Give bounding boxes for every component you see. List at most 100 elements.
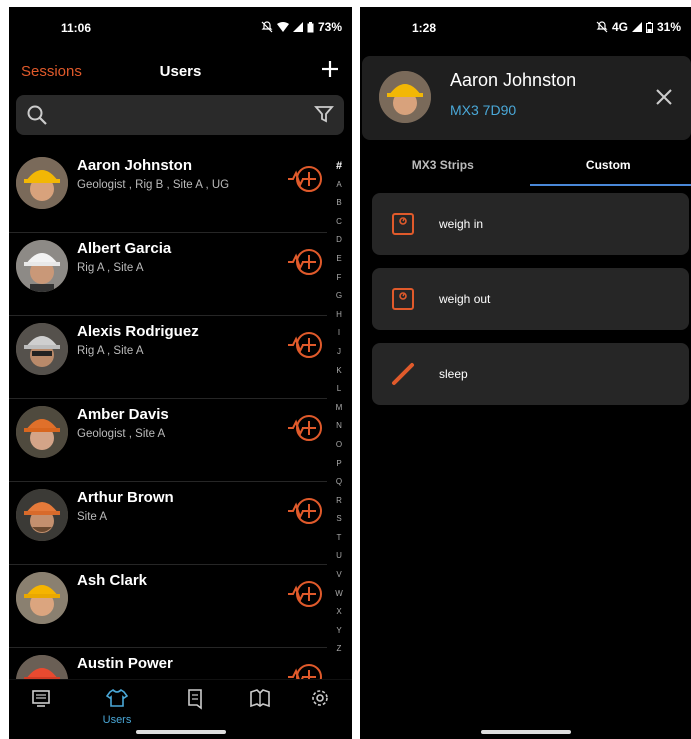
alpha-letter[interactable]: A <box>332 176 346 195</box>
task-item-weigh-out[interactable]: weigh out <box>372 268 689 330</box>
tab-bar: MX3 Strips Custom <box>360 152 691 186</box>
nav-users[interactable]: Users <box>97 688 137 726</box>
task-item-weigh-in[interactable]: weigh in <box>372 193 689 255</box>
user-info: Site A <box>77 511 108 523</box>
alpha-letter[interactable]: X <box>332 603 346 622</box>
close-icon[interactable] <box>655 88 673 106</box>
network-type: 4G <box>611 20 628 34</box>
alpha-letter[interactable]: D <box>332 231 346 250</box>
alpha-letter[interactable]: R <box>332 492 346 511</box>
battery-percent: 73% <box>317 20 342 34</box>
list-item[interactable]: Amber Davis Geologist , Site A <box>9 399 327 482</box>
user-info: Rig A , Site A <box>77 262 144 274</box>
user-list: Aaron Johnston Geologist , Rig B , Site … <box>9 150 327 731</box>
user-name: Albert Garcia <box>77 240 172 257</box>
user-name: Arthur Brown <box>77 489 174 506</box>
alpha-letter[interactable]: Z <box>332 640 346 659</box>
alpha-letter[interactable]: O <box>332 436 346 455</box>
user-name: Amber Davis <box>77 406 169 423</box>
alpha-letter[interactable]: P <box>332 455 346 474</box>
home-indicator <box>135 730 226 734</box>
user-name: Aaron Johnston <box>77 157 192 174</box>
alpha-letter[interactable]: Y <box>332 622 346 641</box>
task-list: weigh in weigh out sleep <box>372 193 689 418</box>
status-icons: 4G 31% <box>596 20 681 34</box>
alpha-letter[interactable]: Q <box>332 473 346 492</box>
device-id[interactable]: MX3 7D90 <box>450 102 516 118</box>
list-item[interactable]: Alexis Rodriguez Rig A , Site A <box>9 316 327 399</box>
tab-mx3-strips[interactable]: MX3 Strips <box>360 158 526 172</box>
alphabet-index[interactable]: # A B C D E F G H I J K L M N O P Q R S … <box>332 157 346 659</box>
alpha-letter[interactable]: F <box>332 269 346 288</box>
avatar <box>16 406 68 458</box>
user-name: Alexis Rodriguez <box>77 323 199 340</box>
user-info: Geologist , Site A <box>77 428 166 440</box>
user-info: Rig A , Site A <box>77 345 144 357</box>
alpha-letter[interactable]: J <box>332 343 346 362</box>
alpha-letter[interactable]: S <box>332 510 346 529</box>
tab-custom[interactable]: Custom <box>526 158 691 172</box>
app-header: Sessions Users <box>9 57 352 87</box>
start-session-icon[interactable] <box>287 328 323 362</box>
mute-icon <box>261 21 273 33</box>
alpha-letter[interactable]: L <box>332 380 346 399</box>
list-item[interactable]: Arthur Brown Site A <box>9 482 327 565</box>
alpha-letter[interactable]: W <box>332 585 346 604</box>
user-name: Ash Clark <box>77 572 148 589</box>
pencil-icon <box>392 363 414 385</box>
task-label: weigh in <box>439 217 484 231</box>
task-label: weigh out <box>439 292 491 306</box>
start-session-icon[interactable] <box>287 577 323 611</box>
status-time: 11:06 <box>61 21 92 35</box>
avatar <box>16 572 68 624</box>
document-icon <box>188 689 202 710</box>
gear-icon <box>312 690 328 706</box>
signal-icon <box>292 22 303 32</box>
list-item[interactable]: Ash Clark <box>9 565 327 648</box>
nav-reports[interactable] <box>175 688 215 715</box>
avatar <box>16 240 68 292</box>
avatar <box>379 71 431 123</box>
alpha-letter[interactable]: G <box>332 287 346 306</box>
signal-icon <box>631 22 642 32</box>
nav-sessions[interactable] <box>21 688 61 715</box>
alpha-letter[interactable]: K <box>332 362 346 381</box>
alpha-letter[interactable]: E <box>332 250 346 269</box>
status-icons: 73% <box>261 20 342 34</box>
status-bar: 11:06 73% <box>9 7 352 47</box>
alpha-letter[interactable]: H <box>332 306 346 325</box>
alpha-letter[interactable]: N <box>332 417 346 436</box>
status-time: 1:28 <box>412 21 437 35</box>
battery-percent: 31% <box>656 20 681 34</box>
start-session-icon[interactable] <box>287 411 323 445</box>
shirt-icon <box>105 688 129 707</box>
alpha-letter[interactable]: V <box>332 566 346 585</box>
list-item[interactable]: Aaron Johnston Geologist , Rig B , Site … <box>9 150 327 233</box>
nav-settings[interactable] <box>300 688 340 713</box>
search-input[interactable] <box>16 95 344 135</box>
nav-guide[interactable] <box>240 688 280 713</box>
scale-icon <box>392 213 414 235</box>
users-screen: 11:06 73% Sessions Users Aaron Johnston … <box>9 7 352 739</box>
alpha-letter[interactable]: T <box>332 529 346 548</box>
book-icon <box>250 689 270 708</box>
alpha-letter[interactable]: I <box>332 324 346 343</box>
wifi-icon <box>276 22 289 32</box>
start-session-icon[interactable] <box>287 494 323 528</box>
filter-icon[interactable] <box>314 104 334 124</box>
alpha-letter[interactable]: M <box>332 399 346 418</box>
list-item[interactable]: Albert Garcia Rig A , Site A <box>9 233 327 316</box>
alpha-letter[interactable]: C <box>332 213 346 232</box>
avatar <box>16 323 68 375</box>
avatar <box>16 157 68 209</box>
alpha-letter[interactable]: # <box>332 157 346 176</box>
tab-indicator <box>530 184 691 186</box>
task-label: sleep <box>439 367 468 381</box>
alpha-letter[interactable]: B <box>332 194 346 213</box>
user-info: Geologist , Rig B , Site A , UG <box>77 179 230 191</box>
start-session-icon[interactable] <box>287 245 323 279</box>
start-session-icon[interactable] <box>287 162 323 196</box>
add-user-button[interactable] <box>320 59 340 79</box>
alpha-letter[interactable]: U <box>332 547 346 566</box>
task-item-sleep[interactable]: sleep <box>372 343 689 405</box>
